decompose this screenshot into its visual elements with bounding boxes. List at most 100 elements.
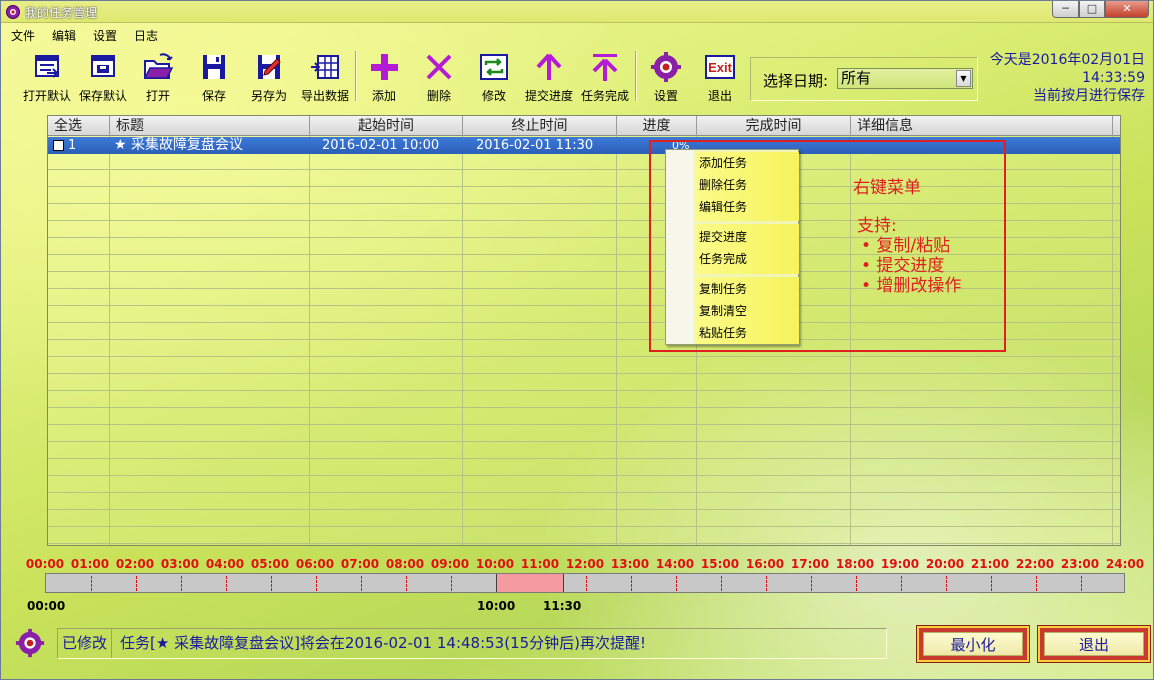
timeline-task-segment[interactable]: [496, 574, 564, 592]
timeline-hour-label: 01:00: [70, 557, 110, 571]
floppy-disk-icon: [203, 55, 225, 79]
menu-settings[interactable]: 设置: [83, 26, 124, 44]
today-date: 今天是2016年02月01日: [989, 52, 1145, 68]
submit-progress-label: 提交进度: [524, 89, 573, 103]
timeline-hour-label: 22:00: [1015, 557, 1055, 571]
timeline-tick: [1036, 576, 1037, 591]
today-info: 今天是2016年02月01日 14:33:59 当前按月进行保存: [990, 51, 1145, 105]
close-window-button[interactable]: ✕: [1105, 1, 1149, 18]
minimize-button[interactable]: 最小化: [917, 626, 1029, 662]
row-checkbox[interactable]: [53, 140, 64, 151]
timeline-hour-label: 04:00: [205, 557, 245, 571]
ctx-copy-clear[interactable]: 复制清空: [699, 302, 747, 319]
today-time: 14:33:59: [1082, 70, 1145, 86]
timeline-tick: [1081, 576, 1082, 591]
toolbar-separator: [635, 51, 637, 101]
menu-edit[interactable]: 编辑: [42, 26, 83, 44]
timeline-tick: [721, 576, 722, 591]
gear-icon: [6, 5, 20, 19]
column-divider: [462, 116, 463, 545]
ctx-submit-progress[interactable]: 提交进度: [699, 228, 747, 245]
submit-progress-button[interactable]: 提交进度: [523, 47, 575, 105]
column-divider: [616, 116, 617, 545]
date-select[interactable]: 所有 ▼: [837, 68, 973, 89]
ctx-task-complete[interactable]: 任务完成: [699, 250, 747, 267]
timeline-hour-label: 13:00: [610, 557, 650, 571]
ctx-copy-task[interactable]: 复制任务: [699, 280, 747, 297]
minimize-window-button[interactable]: ─: [1052, 1, 1079, 18]
settings-button[interactable]: 设置: [647, 47, 685, 105]
open-button[interactable]: 打开: [139, 47, 177, 105]
timeline-hour-label: 17:00: [790, 557, 830, 571]
date-filter: 选择日期: 所有 ▼: [750, 57, 978, 101]
column-divider: [1112, 116, 1113, 545]
timeline-tick: [856, 576, 857, 591]
timeline-hour-label: 00:00: [25, 557, 65, 571]
save-as-label: 另存为: [250, 89, 287, 103]
edit-label: 修改: [481, 89, 506, 103]
ctx-paste-task[interactable]: 粘贴任务: [699, 324, 747, 341]
timeline-tick: [901, 576, 902, 591]
timeline-hour-label: 18:00: [835, 557, 875, 571]
timeline-hour-label: 23:00: [1060, 557, 1100, 571]
col-select-all[interactable]: 全选: [48, 116, 110, 136]
add-button[interactable]: 添加: [365, 47, 403, 105]
timeline-hour-label: 12:00: [565, 557, 605, 571]
gear-icon: [15, 628, 45, 658]
ctx-edit-task[interactable]: 编辑任务: [699, 198, 747, 215]
timeline-tick: [631, 576, 632, 591]
save-mode-text: 当前按月进行保存: [1033, 88, 1145, 104]
arrow-up-bar-icon: [592, 54, 618, 81]
timeline-hour-label: 07:00: [340, 557, 380, 571]
save-label: 保存: [201, 89, 226, 103]
row-title: ★ 采集故障复盘会议: [114, 137, 244, 153]
timeline-origin-label: 00:00: [27, 599, 66, 613]
exit-button[interactable]: 退出: [1038, 626, 1150, 662]
delete-label: 删除: [426, 89, 451, 103]
exit-toolbar-button[interactable]: Exit 退出: [701, 47, 739, 105]
timeline-tick: [181, 576, 182, 591]
timeline-hour-label: 20:00: [925, 557, 965, 571]
col-start-time[interactable]: 起始时间: [310, 116, 463, 136]
refresh-icon: [480, 54, 508, 80]
add-label: 添加: [371, 89, 396, 103]
table-header: 全选 标题 起始时间 终止时间 进度 完成时间 详细信息: [48, 116, 1120, 136]
menu-file[interactable]: 文件: [1, 26, 42, 44]
ctx-add-task[interactable]: 添加任务: [699, 154, 747, 171]
ctx-delete-task[interactable]: 删除任务: [699, 176, 747, 193]
folder-open-icon: [143, 53, 174, 79]
export-data-button[interactable]: 导出数据: [299, 47, 351, 105]
timeline-hour-label: 09:00: [430, 557, 470, 571]
timeline-tick: [586, 576, 587, 591]
save-button[interactable]: 保存: [195, 47, 233, 105]
delete-button[interactable]: 删除: [420, 47, 458, 105]
context-menu: 添加任务 删除任务 编辑任务 提交进度 任务完成 复制任务 复制清空 粘贴任务: [665, 149, 799, 345]
timeline-end-label: 11:30: [543, 599, 582, 613]
chevron-down-icon[interactable]: ▼: [956, 70, 971, 87]
maximize-window-button[interactable]: □: [1079, 1, 1105, 18]
date-filter-label: 选择日期:: [763, 72, 829, 90]
save-default-label: 保存默认: [78, 89, 127, 103]
timeline-bar: [45, 573, 1125, 593]
open-default-button[interactable]: 打开默认: [21, 47, 73, 105]
col-progress[interactable]: 进度: [617, 116, 697, 136]
col-detail[interactable]: 详细信息: [851, 116, 1113, 136]
context-menu-gutter: [666, 150, 694, 344]
menu-log[interactable]: 日志: [124, 26, 165, 44]
timeline-hour-label: 03:00: [160, 557, 200, 571]
exit-icon: Exit: [705, 55, 735, 79]
open-label: 打开: [145, 89, 170, 103]
annotation-item: • 增删改操作: [861, 276, 962, 296]
save-default-button[interactable]: 保存默认: [77, 47, 129, 105]
timeline-tick: [811, 576, 812, 591]
exit-toolbar-label: 退出: [707, 89, 732, 103]
modified-status: 已修改: [58, 629, 112, 658]
task-complete-button[interactable]: 任务完成: [579, 47, 631, 105]
exit-button-label: 退出: [1044, 632, 1144, 656]
col-done-time[interactable]: 完成时间: [697, 116, 851, 136]
annotation-title: 右键菜单: [853, 178, 921, 198]
col-title[interactable]: 标题: [110, 116, 310, 136]
save-as-button[interactable]: 另存为: [249, 47, 289, 105]
edit-button[interactable]: 修改: [475, 47, 513, 105]
col-end-time[interactable]: 终止时间: [463, 116, 617, 136]
